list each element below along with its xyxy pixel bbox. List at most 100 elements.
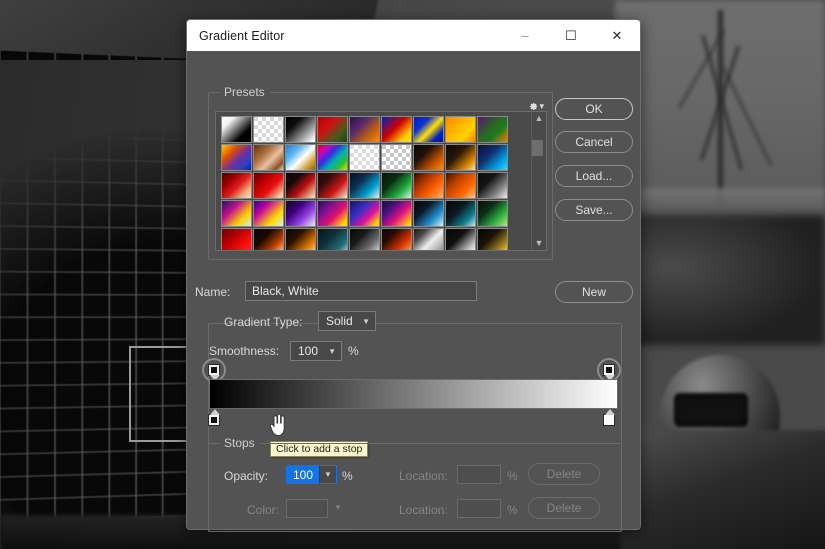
opacity-stop-left[interactable] xyxy=(208,364,220,381)
preset-swatch[interactable] xyxy=(445,228,476,250)
chevron-down-icon[interactable]: ▼ xyxy=(535,239,544,248)
preset-swatch[interactable] xyxy=(445,144,476,171)
color-label: Color: xyxy=(247,503,280,517)
hand-pointer-cursor xyxy=(269,413,285,437)
gradient-type-label: Gradient Type: xyxy=(224,315,303,329)
smoothness-unit: % xyxy=(348,344,359,358)
preset-swatch[interactable] xyxy=(285,144,316,171)
minimize-button[interactable]: – xyxy=(502,20,548,51)
name-label: Name: xyxy=(195,285,231,299)
preset-swatch[interactable] xyxy=(413,172,444,199)
preset-swatch[interactable] xyxy=(285,172,316,199)
load-button[interactable]: Load... xyxy=(555,165,633,187)
preset-swatch[interactable] xyxy=(477,116,508,143)
opacity-delete-button[interactable]: Delete xyxy=(528,463,600,485)
preset-swatch[interactable] xyxy=(349,144,380,171)
preset-swatch[interactable] xyxy=(285,116,316,143)
preset-swatch[interactable] xyxy=(477,228,508,250)
preset-swatch[interactable] xyxy=(381,116,412,143)
maximize-button[interactable]: ☐ xyxy=(548,20,594,51)
scrollbar-thumb[interactable] xyxy=(532,140,543,156)
preset-swatch[interactable] xyxy=(445,172,476,199)
color-swatch[interactable] xyxy=(286,499,328,518)
opacity-location-input[interactable] xyxy=(457,465,501,484)
opacity-location-unit: % xyxy=(507,469,518,483)
smoothness-label: Smoothness: xyxy=(209,344,280,358)
color-stop-right-core xyxy=(606,417,612,423)
gradient-preview-bar[interactable] xyxy=(209,379,618,409)
chevron-up-icon[interactable]: ▲ xyxy=(535,114,544,123)
preset-swatch[interactable] xyxy=(381,144,412,171)
opacity-input[interactable]: 100 xyxy=(286,465,319,484)
preset-swatch[interactable] xyxy=(477,200,508,227)
preset-swatch[interactable] xyxy=(253,228,284,250)
preset-swatch[interactable] xyxy=(221,144,252,171)
chevron-down-icon: ▼ xyxy=(362,316,370,326)
color-delete-button[interactable]: Delete xyxy=(528,497,600,519)
preset-swatch[interactable] xyxy=(445,200,476,227)
color-dropdown-chevron-down-icon[interactable]: ▼ xyxy=(334,503,342,512)
preset-swatch[interactable] xyxy=(381,228,412,250)
opacity-stop-left-core xyxy=(211,367,217,373)
preset-swatch[interactable] xyxy=(317,200,348,227)
smoothness-value: 100 xyxy=(298,344,319,358)
dialog-titlebar[interactable]: Gradient Editor – ☐ ✕ xyxy=(187,20,640,51)
gradient-editor-dialog: Gradient Editor – ☐ ✕ Presets ▾ ▲ ▼ OK C… xyxy=(186,19,641,532)
gradient-type-select[interactable]: Solid ▼ xyxy=(318,311,376,331)
stops-legend: Stops xyxy=(219,436,260,450)
cancel-button[interactable]: Cancel xyxy=(555,131,633,153)
save-button[interactable]: Save... xyxy=(555,199,633,221)
preset-swatch[interactable] xyxy=(413,228,444,250)
preset-swatch[interactable] xyxy=(221,200,252,227)
preset-swatch[interactable] xyxy=(349,228,380,250)
gradient-type-value: Solid xyxy=(326,314,353,328)
presets-legend: Presets xyxy=(219,85,270,99)
color-location-unit: % xyxy=(507,503,518,517)
preset-swatch[interactable] xyxy=(221,172,252,199)
dialog-body: Presets ▾ ▲ ▼ OK Cancel Load... Save... … xyxy=(187,51,640,532)
preset-swatch[interactable] xyxy=(445,116,476,143)
presets-well[interactable]: ▲ ▼ xyxy=(215,111,547,251)
color-location-input[interactable] xyxy=(457,499,501,518)
dialog-title: Gradient Editor xyxy=(199,28,285,43)
opacity-location-label: Location: xyxy=(399,469,448,483)
preset-swatch[interactable] xyxy=(349,172,380,199)
preset-swatch[interactable] xyxy=(253,172,284,199)
preset-swatch[interactable] xyxy=(221,116,252,143)
preset-swatch[interactable] xyxy=(477,172,508,199)
name-input[interactable] xyxy=(245,281,477,301)
smoothness-select[interactable]: 100 ▼ xyxy=(290,341,342,361)
color-location-label: Location: xyxy=(399,503,448,517)
close-button[interactable]: ✕ xyxy=(594,20,640,51)
preset-swatch[interactable] xyxy=(413,144,444,171)
opacity-unit: % xyxy=(342,469,353,483)
preset-swatch[interactable] xyxy=(413,116,444,143)
preset-swatch[interactable] xyxy=(285,228,316,250)
preset-swatch[interactable] xyxy=(381,172,412,199)
preset-swatch[interactable] xyxy=(317,144,348,171)
preset-swatch[interactable] xyxy=(381,200,412,227)
preset-swatch[interactable] xyxy=(253,200,284,227)
opacity-stop-right-core xyxy=(606,367,612,373)
preset-swatch[interactable] xyxy=(253,116,284,143)
preset-swatch[interactable] xyxy=(285,200,316,227)
presets-swatch-grid[interactable] xyxy=(216,112,531,250)
preset-swatch[interactable] xyxy=(413,200,444,227)
preset-swatch[interactable] xyxy=(253,144,284,171)
preset-swatch[interactable] xyxy=(317,172,348,199)
preset-swatch[interactable] xyxy=(317,228,348,250)
preset-swatch[interactable] xyxy=(317,116,348,143)
opacity-label: Opacity: xyxy=(224,469,269,483)
opacity-dropdown-chevron-down-icon[interactable]: ▼ xyxy=(319,465,337,484)
preset-swatch[interactable] xyxy=(221,228,252,250)
preset-swatch[interactable] xyxy=(349,116,380,143)
color-stop-left[interactable] xyxy=(208,409,220,426)
opacity-stop-right[interactable] xyxy=(603,364,615,381)
presets-scrollbar[interactable]: ▲ ▼ xyxy=(531,112,546,250)
preset-swatch[interactable] xyxy=(349,200,380,227)
preset-swatch[interactable] xyxy=(477,144,508,171)
ok-button[interactable]: OK xyxy=(555,98,633,120)
color-stop-left-core xyxy=(211,417,217,423)
color-stop-right[interactable] xyxy=(603,409,615,426)
new-button[interactable]: New xyxy=(555,281,633,303)
